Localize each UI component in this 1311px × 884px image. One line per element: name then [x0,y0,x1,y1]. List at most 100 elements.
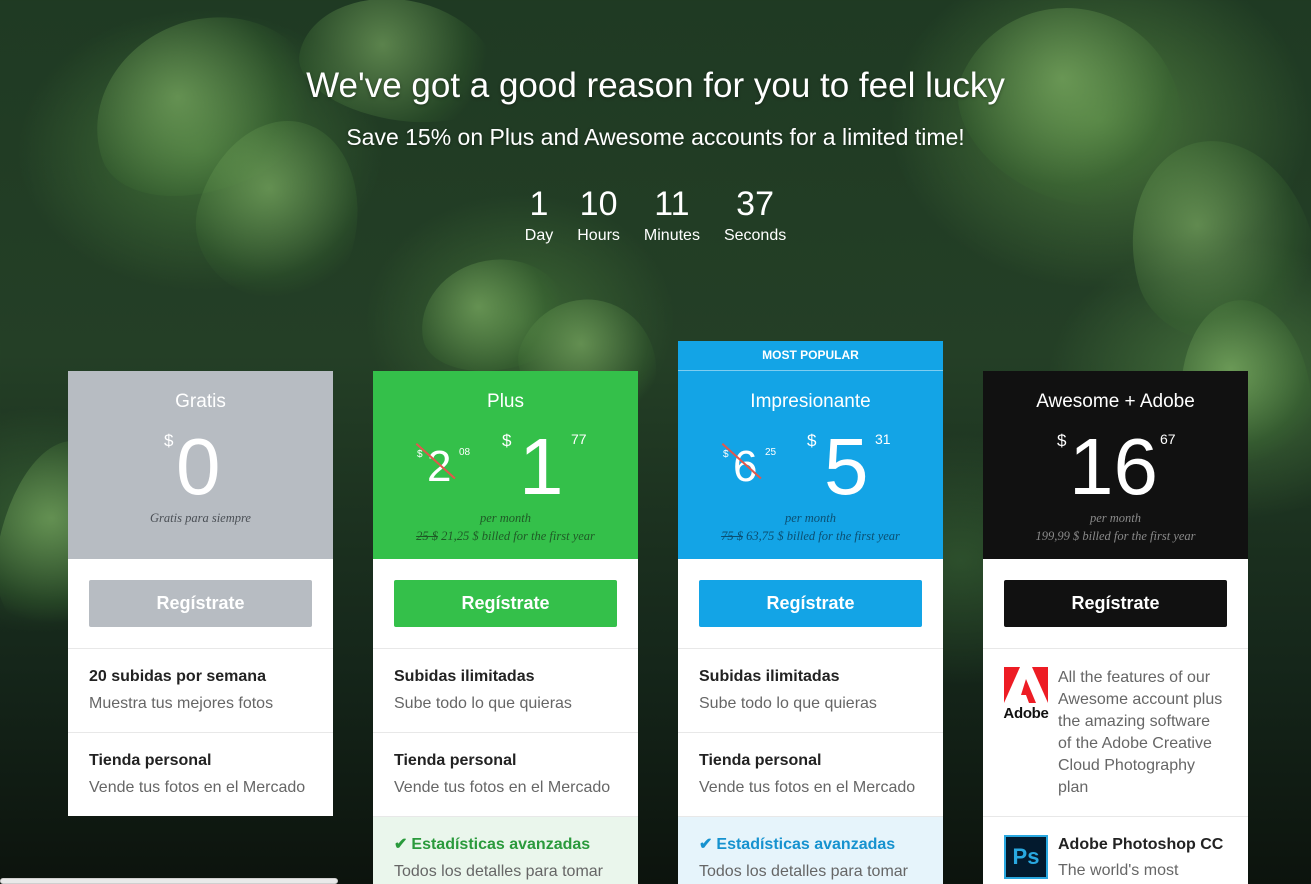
price-amount: 16 [1069,422,1158,511]
register-button[interactable]: Regístrate [1004,580,1227,627]
countdown-value: 1 [529,185,549,223]
plan-tagline: Gratis para siempre [150,511,251,525]
countdown-value: 11 [654,185,690,223]
old-price-cents: 25 [765,447,777,458]
plan-card-awesome-adobe: Awesome + Adobe $ 16 67 per month 199,99… [983,371,1248,884]
adobe-logo: Adobe [1003,667,1049,816]
countdown-label: Minutes [643,227,700,244]
feature-description: Sube todo lo que quieras [699,695,877,712]
billing-text: 199,99 $ billed for the first year [1035,529,1196,543]
price: $ 6 25 $ 5 31 [678,423,943,507]
billing-info: 25 $ 21,25 $ billed for the first year [373,529,638,544]
most-popular-badge: MOST POPULAR [678,341,943,371]
feature-description: The world's most [1058,862,1179,879]
currency-symbol: $ [502,431,512,450]
photoshop-feature: Ps Adobe Photoshop CC The world's most [983,817,1248,884]
price-cents: 77 [571,431,587,447]
feature-title: ✔ Estadísticas avanzadas [394,835,617,855]
feature-item: 20 subidas por semana Muestra tus mejore… [68,649,333,733]
photoshop-info: Adobe Photoshop CC The world's most [1058,835,1223,884]
plan-name: Awesome + Adobe [1036,391,1195,412]
countdown-value: 10 [579,185,618,223]
plan-header: Plus $ 2 08 $ 1 77 per month 25 $ 21,25 … [373,371,638,559]
plan-card-impresionante: Impresionante $ 6 25 $ 5 31 per month 75… [678,371,943,884]
countdown-hours: 10 Hours [577,184,620,248]
countdown-minutes: 11 Minutes [644,184,700,248]
plan-header: Impresionante $ 6 25 $ 5 31 per month 75… [678,371,943,559]
register-button[interactable]: Regístrate [699,580,922,627]
register-button[interactable]: Regístrate [394,580,617,627]
feature-title: Tienda personal [89,752,212,769]
price-amount: 5 [824,422,869,511]
promo-title: We've got a good reason for you to feel … [306,66,1005,105]
horizontal-scrollbar[interactable] [0,878,338,884]
currency-symbol: $ [1057,431,1067,450]
plan-card-gratis: Gratis $ 0 Gratis para siempre Regístrat… [68,371,333,816]
adobe-feature: Adobe All the features of our Awesome ac… [983,649,1248,817]
billing-text: 63,75 $ billed for the first year [746,529,900,543]
billing-period: per month [479,511,532,525]
billing-period: per month [784,511,837,525]
clover-leaf-decoration [411,247,579,383]
feature-title-text: Estadísticas avanzadas [411,836,591,853]
feature-title: Subidas ilimitadas [699,668,840,685]
feature-title: ✔ Estadísticas avanzadas [699,835,922,855]
countdown-label: Day [524,227,554,244]
button-area: Regístrate [373,559,638,649]
feature-title: Adobe Photoshop CC [1058,836,1224,853]
check-icon: ✔ [394,836,408,853]
old-price-cents: 08 [459,447,471,458]
adobe-description: All the features of our Awesome account … [1058,669,1223,796]
feature-description: Vende tus fotos en el Mercado [394,779,611,796]
price: $ 0 [68,423,333,507]
price: $ 16 67 [983,423,1248,507]
feature-item-highlighted: ✔ Estadísticas avanzadas Todos los detall… [678,817,943,884]
feature-description: Vende tus fotos en el Mercado [89,779,306,796]
feature-item: Tienda personal Vende tus fotos en el Me… [373,733,638,817]
billing-info: 75 $ 63,75 $ billed for the first year [678,529,943,544]
photoshop-icon: Ps [1004,835,1048,879]
countdown-seconds: 37 Seconds [724,184,786,248]
feature-item: Tienda personal Vende tus fotos en el Me… [678,733,943,817]
countdown-label: Seconds [723,227,787,244]
countdown-days: 1 Day [525,184,553,248]
adobe-wordmark: Adobe [1003,705,1049,722]
old-price-amount: 2 [427,445,451,489]
promo-subtitle: Save 15% on Plus and Awesome accounts fo… [346,124,965,150]
feature-title-text: Estadísticas avanzadas [716,836,896,853]
price-cents: 67 [1160,431,1176,447]
register-button[interactable]: Regístrate [89,580,312,627]
feature-item: Subidas ilimitadas Sube todo lo que quie… [678,649,943,733]
button-area: Regístrate [68,559,333,649]
feature-title: Subidas ilimitadas [394,668,535,685]
feature-description: Todos los detalles para tomar [699,863,908,880]
price-amount: 0 [176,422,221,511]
plan-name: Plus [487,391,524,412]
currency-symbol: $ [164,431,174,450]
feature-item: Tienda personal Vende tus fotos en el Me… [68,733,333,816]
currency-symbol: $ [807,431,817,450]
feature-item-highlighted: ✔ Estadísticas avanzadas Todos los detall… [373,817,638,884]
countdown-label: Hours [577,227,620,244]
billing-old-price: 75 $ [721,529,743,543]
plan-card-plus: Plus $ 2 08 $ 1 77 per month 25 $ 21,25 … [373,371,638,884]
button-area: Regístrate [678,559,943,649]
price-amount: 1 [519,422,564,511]
plan-header: Awesome + Adobe $ 16 67 per month 199,99… [983,371,1248,559]
feature-description: Sube todo lo que quieras [394,695,572,712]
plan-name: Gratis [175,391,226,412]
check-icon: ✔ [699,836,713,853]
adobe-icon [1004,667,1048,703]
price: $ 2 08 $ 1 77 [373,423,638,507]
old-price-amount: 6 [733,445,757,489]
feature-item: Subidas ilimitadas Sube todo lo que quie… [373,649,638,733]
billing-old-price: 25 $ [416,529,438,543]
button-area: Regístrate [983,559,1248,649]
feature-title: Tienda personal [699,752,822,769]
plan-name: Impresionante [750,391,871,412]
feature-title: 20 subidas por semana [89,668,266,685]
plan-header: Gratis $ 0 Gratis para siempre [68,371,333,559]
countdown-value: 37 [736,185,774,223]
countdown-timer: 1 Day 10 Hours 11 Minutes 37 Seconds [0,184,1311,248]
billing-period: per month [1089,511,1142,525]
